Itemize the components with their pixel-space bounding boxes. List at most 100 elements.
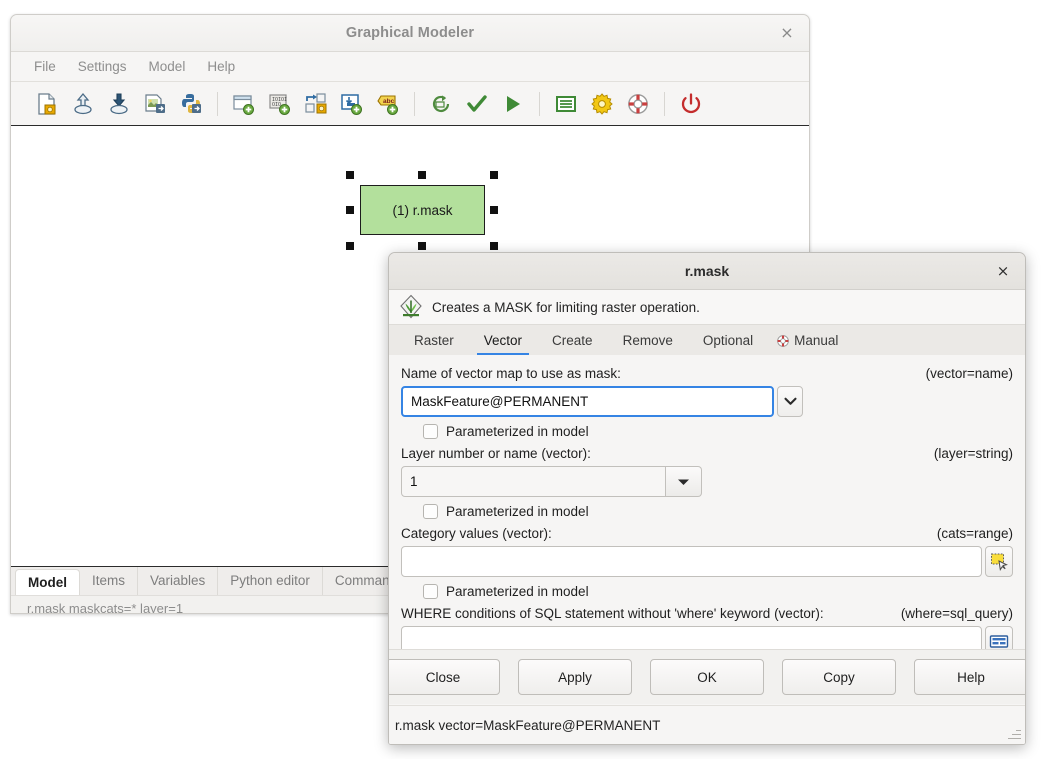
toolbar-separator-3 [539,91,540,116]
tab-optional[interactable]: Optional [688,325,768,356]
sql-builder-icon [989,634,1009,648]
tab-optional-label: Optional [702,333,754,348]
vector-name-parameterized-checkbox[interactable] [423,424,438,439]
apply-button[interactable]: Apply [518,659,632,695]
layer-select-dropdown-button[interactable] [666,466,702,497]
where-label-row: WHERE conditions of SQL statement withou… [401,606,1013,621]
tab-items[interactable]: Items [80,567,139,595]
tab-remove[interactable]: Remove [608,325,688,356]
vector-name-label-row: Name of vector map to use as mask: (vect… [401,366,1013,381]
resize-handle-s[interactable] [418,242,426,250]
export-python-button[interactable] [173,87,209,121]
copy-button[interactable]: Copy [782,659,896,695]
layer-hint: (layer=string) [933,446,1013,461]
resize-handle-ne[interactable] [490,171,498,179]
export-image-button[interactable] [137,87,173,121]
variables-button[interactable] [548,87,584,121]
cats-parameterized-label: Parameterized in model [446,584,589,599]
cats-parameterized-checkbox[interactable] [423,584,438,599]
resize-handle-sw[interactable] [346,242,354,250]
cats-label-row: Category values (vector): (cats=range) [401,526,1013,541]
modeler-menubar: File Settings Model Help [11,52,809,82]
tab-remove-label: Remove [622,333,673,348]
modeler-close-icon[interactable]: × [777,23,797,43]
resize-grip[interactable] [1007,726,1021,740]
help-button[interactable]: Help [914,659,1025,695]
layer-select-value[interactable]: 1 [401,466,666,497]
menu-file[interactable]: File [25,56,65,77]
model-node-box[interactable]: (1) r.mask [360,185,485,235]
dialog-statusbar: r.mask vector=MaskFeature@PERMANENT [389,705,1025,744]
tab-model[interactable]: Model [15,569,80,595]
validate-model-button[interactable] [459,87,495,121]
modeler-title: Graphical Modeler [345,25,475,41]
dialog-command-text: r.mask vector=MaskFeature@PERMANENT [395,717,661,733]
lifebuoy-icon [628,93,648,114]
add-loop-icon [341,93,362,115]
vector-name-input[interactable]: MaskFeature@PERMANENT [401,386,774,417]
add-command-icon [233,94,254,115]
tab-create[interactable]: Create [537,325,608,356]
ok-button[interactable]: OK [650,659,764,695]
cats-label: Category values (vector): [401,526,552,541]
where-hint: (where=sql_query) [900,606,1013,621]
vector-name-dropdown-button[interactable] [777,386,803,417]
add-relation-button[interactable] [298,87,334,121]
resize-handle-n[interactable] [418,171,426,179]
add-loop-button[interactable] [334,87,370,121]
menu-help[interactable]: Help [198,56,244,77]
help-button[interactable] [620,87,656,121]
new-model-button[interactable] [29,87,65,121]
where-label: WHERE conditions of SQL statement withou… [401,606,824,621]
menu-model[interactable]: Model [140,56,195,77]
add-comment-button[interactable]: abc [370,87,406,121]
vector-name-combo: MaskFeature@PERMANENT [401,386,1013,417]
add-command-button[interactable] [226,87,262,121]
dialog-tabs: Raster Vector Create Remove Optional Man… [389,325,1025,357]
layer-parameterized-label: Parameterized in model [446,504,589,519]
play-icon [507,95,520,112]
cats-input[interactable] [401,546,982,577]
tab-variables[interactable]: Variables [138,567,219,595]
tab-vector[interactable]: Vector [469,325,537,356]
triangle-down-icon [678,479,689,485]
dialog-description: Creates a MASK for limiting raster opera… [432,299,700,315]
chevron-down-icon [783,397,797,405]
cats-input-row [401,546,1013,577]
quit-button[interactable] [673,87,709,121]
tab-vector-label: Vector [483,333,523,348]
menu-settings[interactable]: Settings [69,56,136,77]
check-icon [467,94,487,112]
layer-select: 1 [401,466,1013,497]
export-python-icon [182,93,201,113]
tab-python-editor[interactable]: Python editor [218,567,323,595]
open-model-icon [74,92,92,114]
model-properties-button[interactable] [584,87,620,121]
resize-handle-e[interactable] [490,206,498,214]
vector-name-label: Name of vector map to use as mask: [401,366,621,381]
add-data-button[interactable]: IOIOI OIO [262,87,298,121]
dialog-close-icon[interactable]: × [993,261,1013,281]
cats-hint: (cats=range) [936,526,1013,541]
resize-handle-w[interactable] [346,206,354,214]
resize-handle-se[interactable] [490,242,498,250]
vector-name-parameterized-row: Parameterized in model [423,424,1013,439]
resize-handle-nw[interactable] [346,171,354,179]
layer-label: Layer number or name (vector): [401,446,591,461]
vector-name-parameterized-label: Parameterized in model [446,424,589,439]
cats-browse-button[interactable] [985,546,1013,577]
layer-parameterized-row: Parameterized in model [423,504,1013,519]
open-model-button[interactable] [65,87,101,121]
redraw-icon [432,94,450,112]
tab-raster[interactable]: Raster [399,325,469,356]
redraw-model-button[interactable] [423,87,459,121]
close-button[interactable]: Close [389,659,500,695]
layer-parameterized-checkbox[interactable] [423,504,438,519]
export-image-icon [145,93,165,113]
vector-name-hint: (vector=name) [925,366,1013,381]
run-model-button[interactable] [495,87,531,121]
save-model-button[interactable] [101,87,137,121]
layer-label-row: Layer number or name (vector): (layer=st… [401,446,1013,461]
tab-manual[interactable]: Manual [768,325,853,356]
select-categories-icon [991,553,1008,571]
